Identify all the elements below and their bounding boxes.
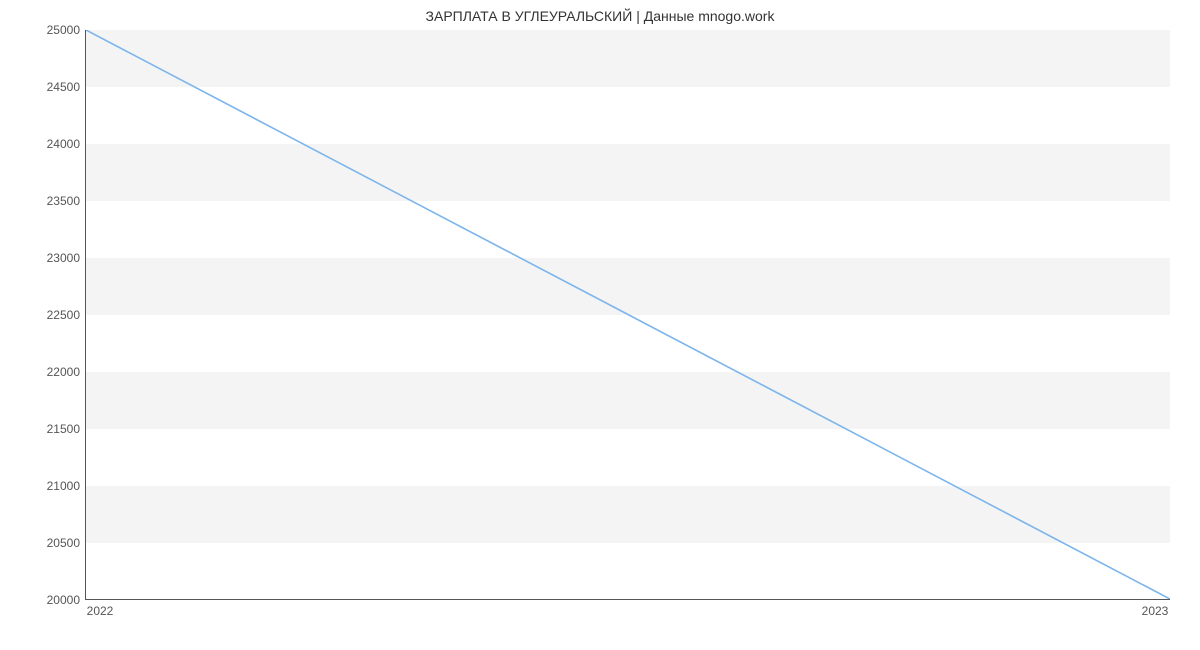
x-tick-label: 2022 <box>87 604 114 618</box>
plot-area <box>85 30 1170 600</box>
y-tick-label: 21000 <box>0 479 80 493</box>
y-tick-label: 21500 <box>0 422 80 436</box>
y-tick-label: 22500 <box>0 308 80 322</box>
x-tick-label: 2023 <box>1142 604 1169 618</box>
series-line <box>86 30 1170 599</box>
chart-line <box>86 30 1170 599</box>
y-tick-label: 23500 <box>0 194 80 208</box>
chart-container: ЗАРПЛАТА В УГЛЕУРАЛЬСКИЙ | Данные mnogo.… <box>0 0 1200 650</box>
y-tick-label: 23000 <box>0 251 80 265</box>
y-tick-label: 24500 <box>0 80 80 94</box>
y-tick-label: 24000 <box>0 137 80 151</box>
y-tick-label: 20000 <box>0 593 80 607</box>
chart-title: ЗАРПЛАТА В УГЛЕУРАЛЬСКИЙ | Данные mnogo.… <box>0 8 1200 24</box>
y-tick-label: 20500 <box>0 536 80 550</box>
y-tick-label: 22000 <box>0 365 80 379</box>
y-tick-label: 25000 <box>0 23 80 37</box>
